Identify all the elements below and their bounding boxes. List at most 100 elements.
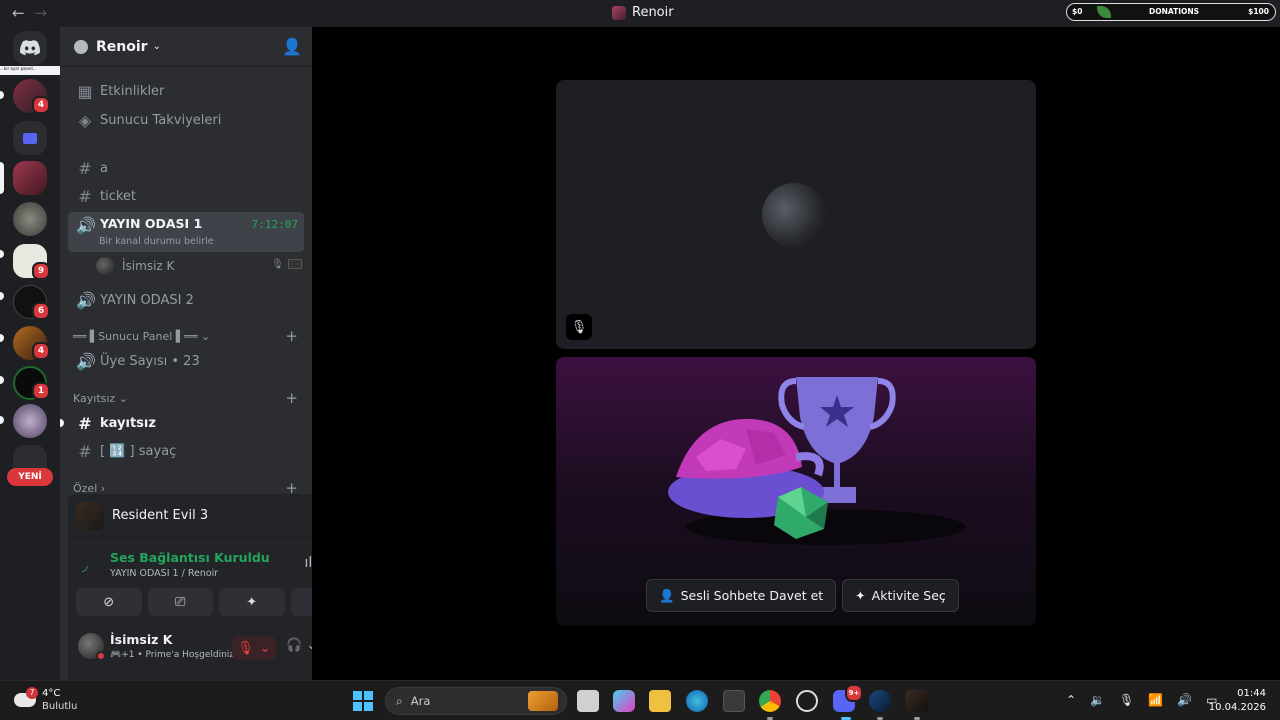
calendar-icon: ▦ [77, 81, 93, 101]
boost-icon: ◈ [78, 110, 92, 130]
voice-user-item[interactable]: İsimsiz K 🎙 [96, 255, 306, 277]
forward-arrow-icon[interactable]: → [35, 4, 48, 22]
screen-share-button[interactable]: ⎚ [147, 588, 213, 616]
events-item[interactable]: ▦ Etkinlikler [68, 77, 304, 105]
server-icon-5[interactable] [13, 202, 47, 236]
server-badge: 6 [32, 302, 50, 320]
overlay-left-value: $0 [1072, 7, 1083, 16]
voice-connected-title[interactable]: Ses Bağlantısı Kuruldu [110, 550, 270, 565]
username[interactable]: İsimsiz K [110, 632, 172, 647]
category-label: Kayıtsız [73, 392, 116, 405]
server-folder[interactable] [13, 121, 47, 155]
invite-voice-button[interactable]: 👤 Sesli Sohbete Davet et [646, 579, 837, 612]
discord-logo-icon [20, 40, 40, 56]
weather-widget[interactable]: 7 4°C Bulutlu [14, 687, 77, 713]
server-renoir[interactable] [13, 161, 47, 195]
unread-indicator [60, 419, 64, 427]
folder-icon [23, 132, 37, 144]
channel-label: [ 🔢 ] sayaç [100, 443, 177, 459]
game-taskbar-icon[interactable] [906, 690, 928, 712]
voice-connected-channel[interactable]: YAYIN ODASI 1 / Renoir [110, 568, 218, 579]
server-name: Renoir [96, 38, 148, 55]
weather-badge: 7 [26, 687, 38, 699]
start-button[interactable] [352, 690, 374, 712]
custom-status: 🎮+1 • Prime'a Hoşgeldiniz [110, 650, 234, 660]
task-view-icon[interactable] [577, 690, 599, 712]
copilot-icon[interactable] [613, 690, 635, 712]
taskbar-clock[interactable]: 01:44 10.04.2026 [1209, 687, 1266, 715]
overlay-center-label: DONATIONS [1149, 7, 1200, 16]
file-explorer-icon[interactable] [649, 690, 671, 712]
add-channel-icon[interactable]: + [285, 327, 298, 345]
signal-icon[interactable]: ◞ [82, 556, 88, 574]
server-header[interactable]: Renoir ⌄ 👤 [60, 27, 312, 67]
voice-channel-yayin-odasi-1[interactable]: 🔊 YAYIN ODASI 1 7:12:07 Bir kanal durumu… [68, 212, 304, 252]
activity-icon: ✦ [855, 588, 866, 603]
server-icon [612, 5, 626, 20]
window-title-text: Renoir [632, 5, 674, 20]
discord-home-button[interactable] [13, 31, 47, 65]
unread-pill [0, 91, 4, 99]
text-channel-icon: # [78, 158, 92, 178]
discord-taskbar-icon[interactable]: 9+ [833, 684, 863, 712]
add-channel-icon[interactable]: + [285, 389, 298, 407]
custom-status-text: +1 • Prime'a Hoşgeldiniz [121, 650, 234, 660]
add-member-icon[interactable]: 👤 [282, 37, 302, 56]
channel-a[interactable]: # a [68, 154, 304, 182]
taskbar-search[interactable]: ⌕ Ara [385, 687, 567, 715]
microphone-icon[interactable]: 🎙 [1119, 693, 1134, 707]
discord-app: ← → Renoir $0 DONATIONS $100 ...bir ayar… [0, 0, 1280, 720]
category-label: ══ ▌Sunucu Panel ▌══ [73, 330, 198, 343]
gamepad-icon: 🎮 [110, 650, 122, 660]
voice-timer: 7:12:07 [251, 218, 298, 231]
weather-condition: Bulutlu [42, 701, 78, 712]
category-sunucu-panel[interactable]: ══ ▌Sunucu Panel ▌══ ⌄ [73, 330, 210, 343]
edge-icon[interactable] [686, 690, 708, 712]
activity-buttons: 👤 Sesli Sohbete Davet et ✦ Aktivite Seç [646, 579, 959, 612]
back-arrow-icon[interactable]: ← [12, 4, 25, 22]
speaker-icon[interactable]: 🔊 [1177, 693, 1192, 707]
store-icon[interactable] [723, 690, 745, 712]
choose-activity-button[interactable]: ✦ Aktivite Seç [842, 579, 959, 612]
channel-sidebar: Renoir ⌄ 👤 ▦ Etkinlikler ◈ Sunucu Takviy… [60, 27, 364, 701]
activity-button[interactable]: ✦ [219, 588, 285, 616]
voice-channel-yayin-odasi-2[interactable]: 🔊 YAYIN ODASI 2 [68, 286, 304, 314]
volume-icon[interactable]: 🔉 [1090, 693, 1105, 707]
server-badge: 4 [32, 96, 50, 114]
cloud-icon: 7 [14, 687, 38, 707]
participant-tile[interactable]: 🎙 [556, 80, 1036, 349]
system-tray: ⌃ 🔉 🎙 📶 🔊 ▭ [1066, 693, 1218, 707]
steam-icon[interactable] [869, 690, 891, 712]
channel-status[interactable]: Bir kanal durumu belirle [99, 236, 214, 247]
channel-label: YAYIN ODASI 1 [100, 216, 203, 231]
avatar [96, 257, 114, 275]
channel-ticket[interactable]: # ticket [68, 182, 304, 210]
chevron-up-icon[interactable]: ⌃ [1066, 693, 1076, 707]
channel-sayac[interactable]: # [ 🔢 ] sayaç [68, 437, 304, 465]
voice-channel-uye-sayisi[interactable]: 🔊 Üye Sayısı • 23 [68, 347, 304, 375]
mute-button[interactable]: 🎙 ⌄ [232, 636, 276, 660]
channel-label: Üye Sayısı • 23 [100, 353, 200, 369]
clock-app-icon[interactable] [796, 690, 818, 712]
unread-pill [0, 250, 4, 258]
server-badge: 9 [32, 262, 50, 280]
unread-pill [0, 416, 4, 424]
voice-user-name: İsimsiz K [122, 259, 175, 273]
active-server-pill [0, 162, 4, 194]
wifi-icon[interactable]: 📶 [1148, 693, 1163, 707]
voice-speaker-icon: 🔊 [76, 351, 96, 371]
clock-date: 10.04.2026 [1208, 702, 1266, 713]
chrome-icon[interactable] [759, 690, 781, 712]
channel-kayitsiz[interactable]: # kayıtsız [68, 409, 304, 437]
category-kayitsiz[interactable]: Kayıtsız ⌄ [73, 392, 128, 405]
channel-label: YAYIN ODASI 2 [100, 292, 194, 308]
activity-tile: 👤 Sesli Sohbete Davet et ✦ Aktivite Seç [556, 357, 1036, 626]
discord-badge: 9+ [845, 684, 863, 702]
text-channel-icon: # [78, 441, 92, 461]
server-icon-10[interactable] [13, 404, 47, 438]
server-badge: 1 [32, 382, 50, 400]
mic-muted-icon: 🎙 [237, 640, 254, 656]
camera-off-button[interactable]: ⊘ [76, 588, 142, 616]
mic-muted-icon: 🎙 [271, 259, 284, 270]
boosts-item[interactable]: ◈ Sunucu Takviyeleri [68, 106, 304, 134]
